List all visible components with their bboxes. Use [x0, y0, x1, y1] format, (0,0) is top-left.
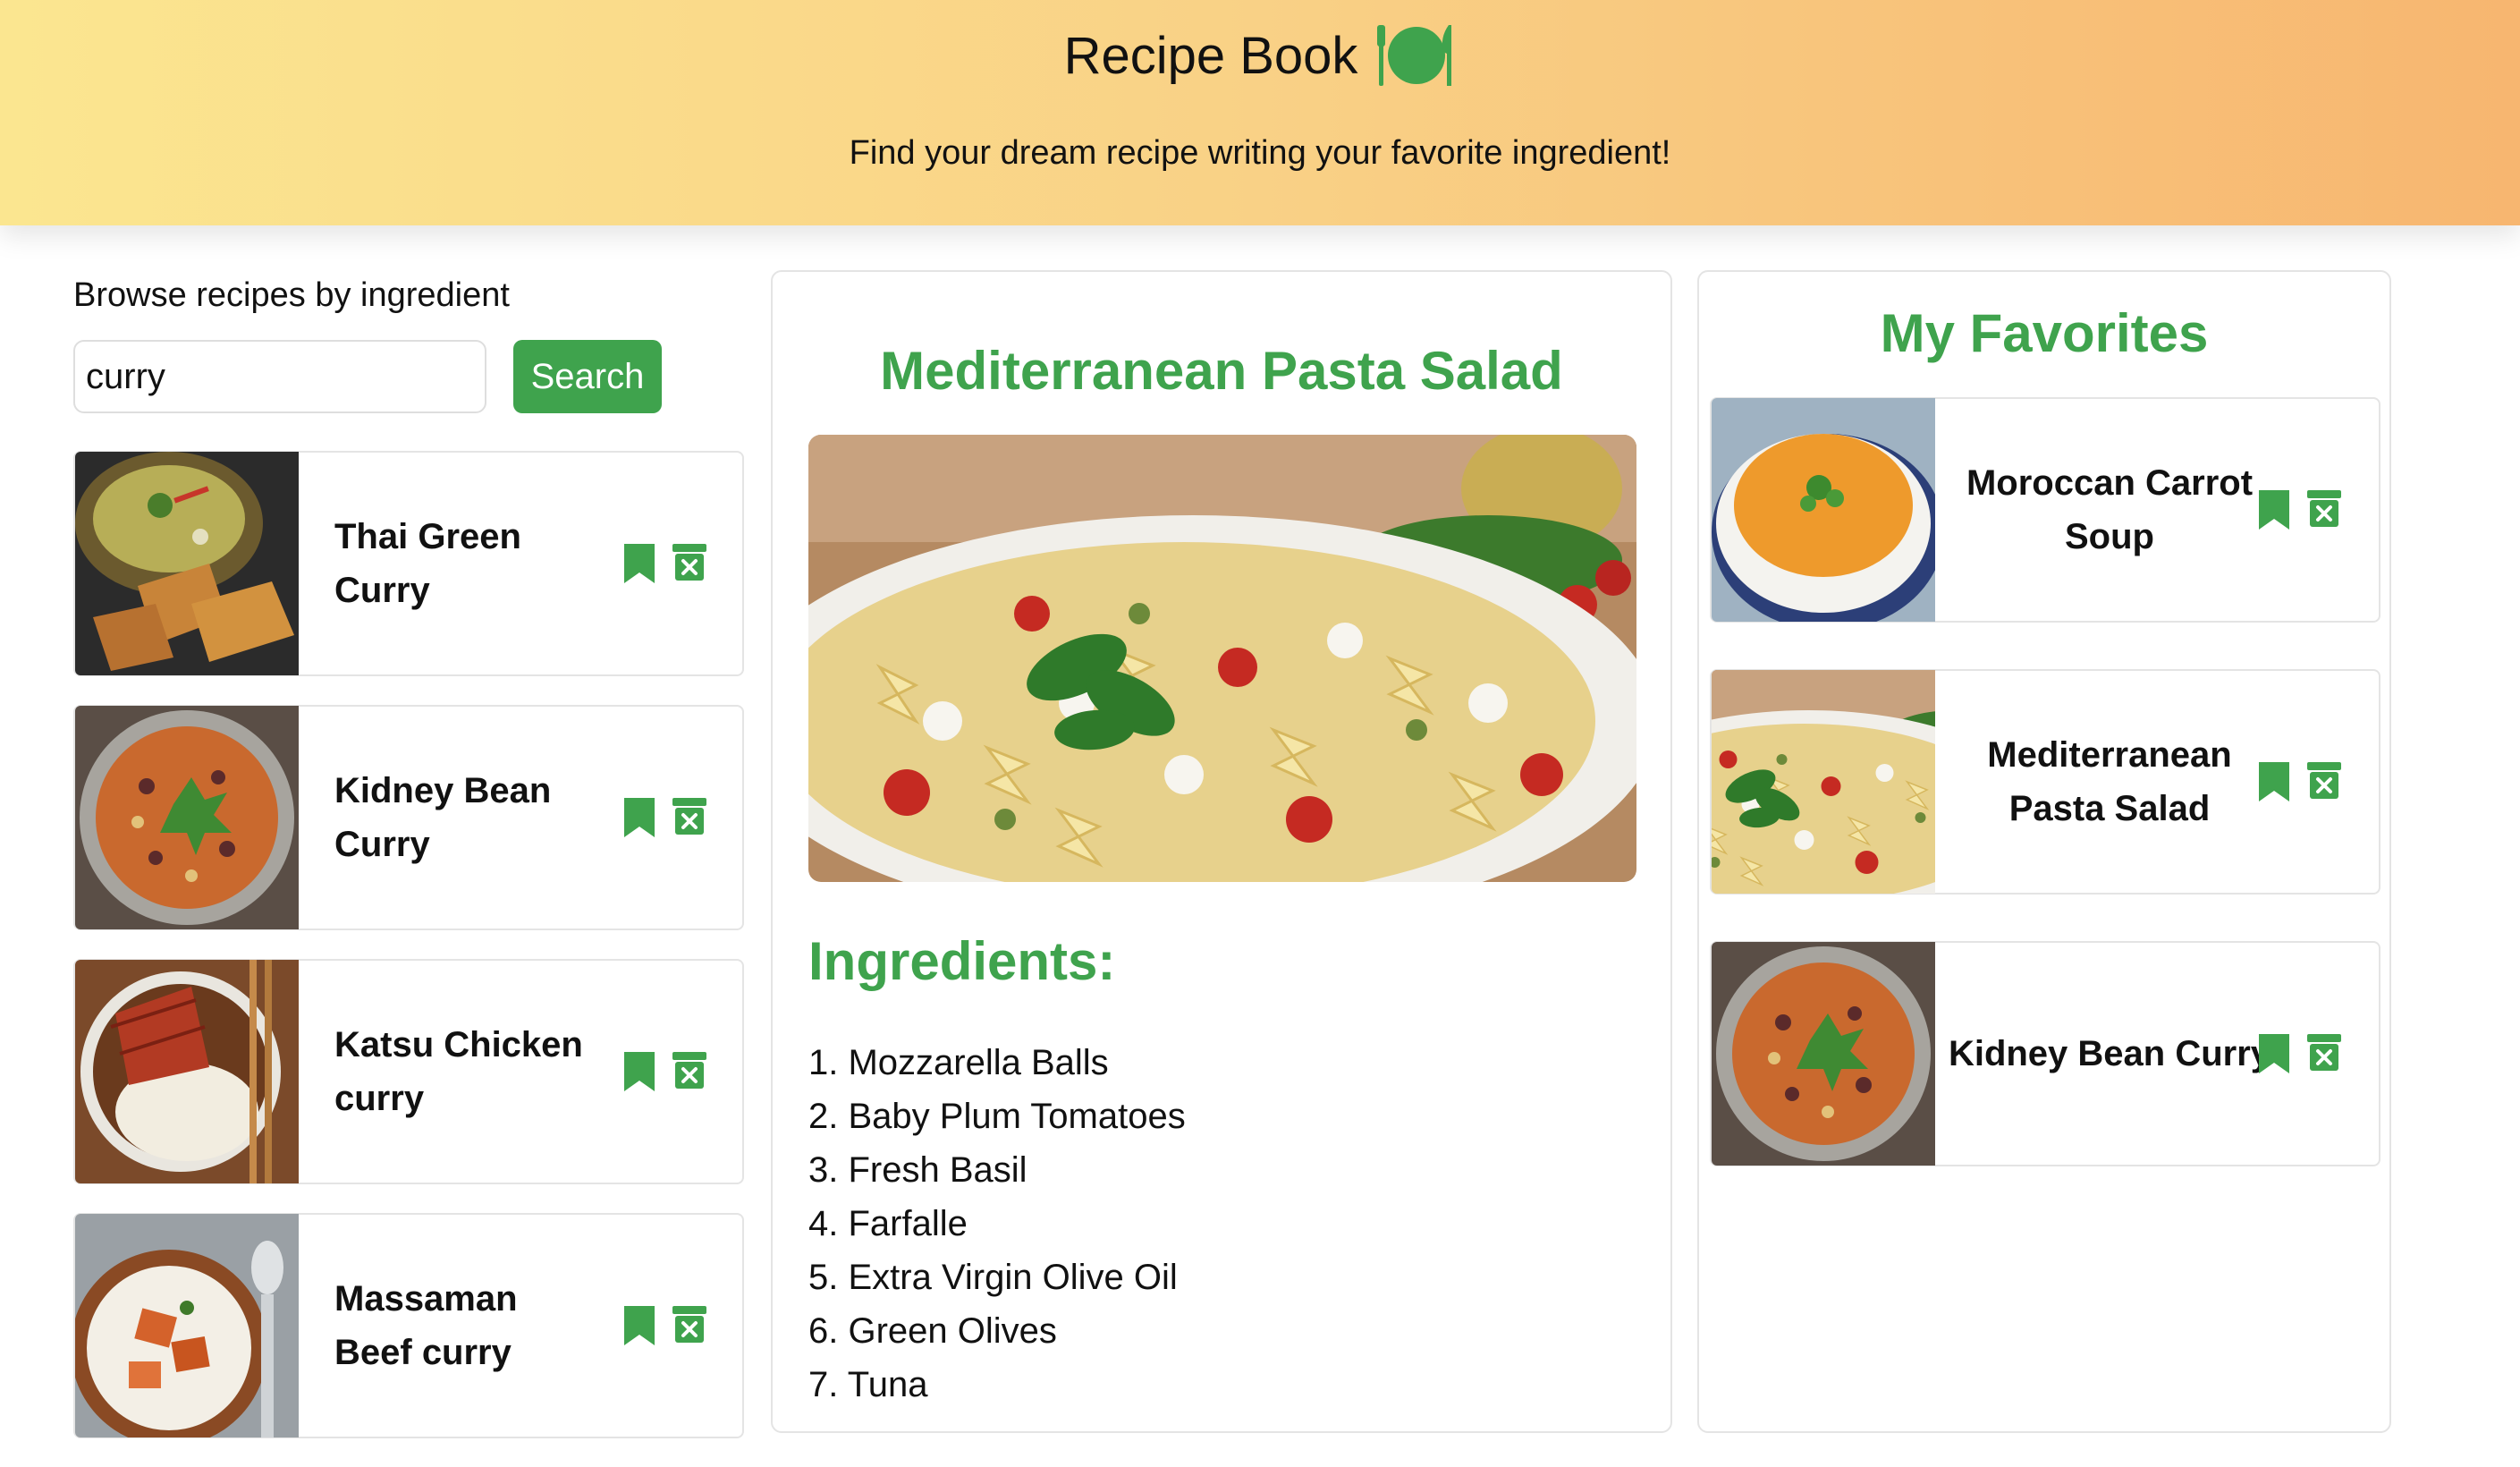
ingredient-item: 7. Tuna	[808, 1365, 928, 1404]
ingredient-item: 4. Farfalle	[808, 1204, 968, 1243]
recipe-detail-card: Mediterranean Pasta Salad Ingredients: 1…	[771, 270, 1672, 1433]
ingredient-item: 5. Extra Virgin Olive Oil	[808, 1258, 1178, 1297]
favorite-card-moroccan-carrot-soup[interactable]: Moroccan Carrot Soup	[1710, 397, 2380, 623]
app-subtitle: Find your dream recipe writing your favo…	[849, 134, 1671, 172]
delete-box-icon[interactable]	[672, 1306, 706, 1345]
search-button[interactable]: Search	[513, 340, 662, 413]
card-actions	[622, 544, 706, 583]
card-actions	[2257, 490, 2341, 530]
pasta-salad-photo	[808, 435, 1636, 882]
bookmark-icon[interactable]	[2257, 1034, 2291, 1073]
card-actions	[2257, 762, 2341, 801]
delete-box-icon[interactable]	[672, 544, 706, 583]
delete-box-icon[interactable]	[672, 1052, 706, 1091]
delete-box-icon[interactable]	[2307, 762, 2341, 801]
favorites-list: Moroccan Carrot Soup Mediterranean Pasta…	[1710, 397, 2380, 1213]
bookmark-icon[interactable]	[622, 1306, 656, 1345]
bookmark-icon[interactable]	[622, 798, 656, 837]
ingredient-list: 1. Mozzarella Balls 2. Baby Plum Tomatoe…	[808, 1036, 1186, 1412]
massaman-beef-curry-photo	[75, 1214, 299, 1437]
bookmark-icon[interactable]	[622, 1052, 656, 1091]
result-card-kidney-bean-curry[interactable]: Kidney Bean Curry	[73, 705, 744, 930]
card-actions	[2257, 1034, 2341, 1073]
card-actions	[622, 1052, 706, 1091]
delete-box-icon[interactable]	[672, 798, 706, 837]
recipe-title: Mediterranean Pasta Salad	[880, 341, 1563, 401]
delete-box-icon[interactable]	[2307, 1034, 2341, 1073]
bookmark-icon[interactable]	[2257, 490, 2291, 530]
result-list: Thai Green Curry Kidney Bean Curry Katsu…	[73, 451, 744, 1438]
kidney-bean-curry-photo	[75, 706, 299, 929]
pasta-salad-photo	[1712, 670, 1935, 894]
kidney-bean-curry-photo	[1712, 942, 1935, 1166]
ingredient-item: 2. Baby Plum Tomatoes	[808, 1097, 1186, 1136]
search-panel: Browse recipes by ingredient Search Thai…	[73, 268, 744, 1467]
result-title: Kidney Bean Curry	[334, 771, 552, 864]
bookmark-icon[interactable]	[622, 544, 656, 583]
card-actions	[622, 798, 706, 837]
result-title: Katsu Chicken curry	[334, 1025, 583, 1118]
favorites-panel: My Favorites Moroccan Carrot Soup Medite…	[1697, 270, 2391, 1433]
favorite-title: Moroccan Carrot Soup	[1966, 463, 2254, 556]
browse-label: Browse recipes by ingredient	[73, 276, 510, 314]
card-actions	[622, 1306, 706, 1345]
favorite-title: Mediterranean Pasta Salad	[1987, 735, 2232, 828]
favorite-card-mediterranean-pasta-salad[interactable]: Mediterranean Pasta Salad	[1710, 669, 2380, 895]
app-title: Recipe Book	[1063, 26, 1358, 85]
result-card-massaman-beef-curry[interactable]: Massaman Beef curry	[73, 1213, 744, 1438]
favorite-card-kidney-bean-curry[interactable]: Kidney Bean Curry	[1710, 941, 2380, 1166]
katsu-chicken-curry-photo	[75, 960, 299, 1183]
result-title: Massaman Beef curry	[334, 1279, 518, 1372]
result-card-katsu-chicken-curry[interactable]: Katsu Chicken curry	[73, 959, 744, 1184]
title-row: Recipe Book	[0, 21, 2520, 89]
ingredient-item: 3. Fresh Basil	[808, 1150, 1027, 1190]
bookmark-icon[interactable]	[2257, 762, 2291, 801]
favorites-title: My Favorites	[1880, 303, 2209, 363]
delete-box-icon[interactable]	[2307, 490, 2341, 530]
app-header: Recipe Book Find your dream recipe writi…	[0, 0, 2520, 225]
plate-cutlery-icon	[1377, 25, 1452, 86]
search-row: Search	[73, 340, 744, 413]
ingredient-item: 1. Mozzarella Balls	[808, 1043, 1109, 1082]
ingredients-heading: Ingredients:	[808, 931, 1116, 991]
thai-green-curry-photo	[75, 452, 299, 675]
ingredient-item: 6. Green Olives	[808, 1311, 1057, 1351]
favorite-title: Kidney Bean Curry	[1948, 1034, 2271, 1073]
search-input[interactable]	[73, 340, 486, 413]
result-card-thai-green-curry[interactable]: Thai Green Curry	[73, 451, 744, 676]
result-title: Thai Green Curry	[334, 517, 521, 610]
carrot-soup-photo	[1712, 398, 1935, 622]
